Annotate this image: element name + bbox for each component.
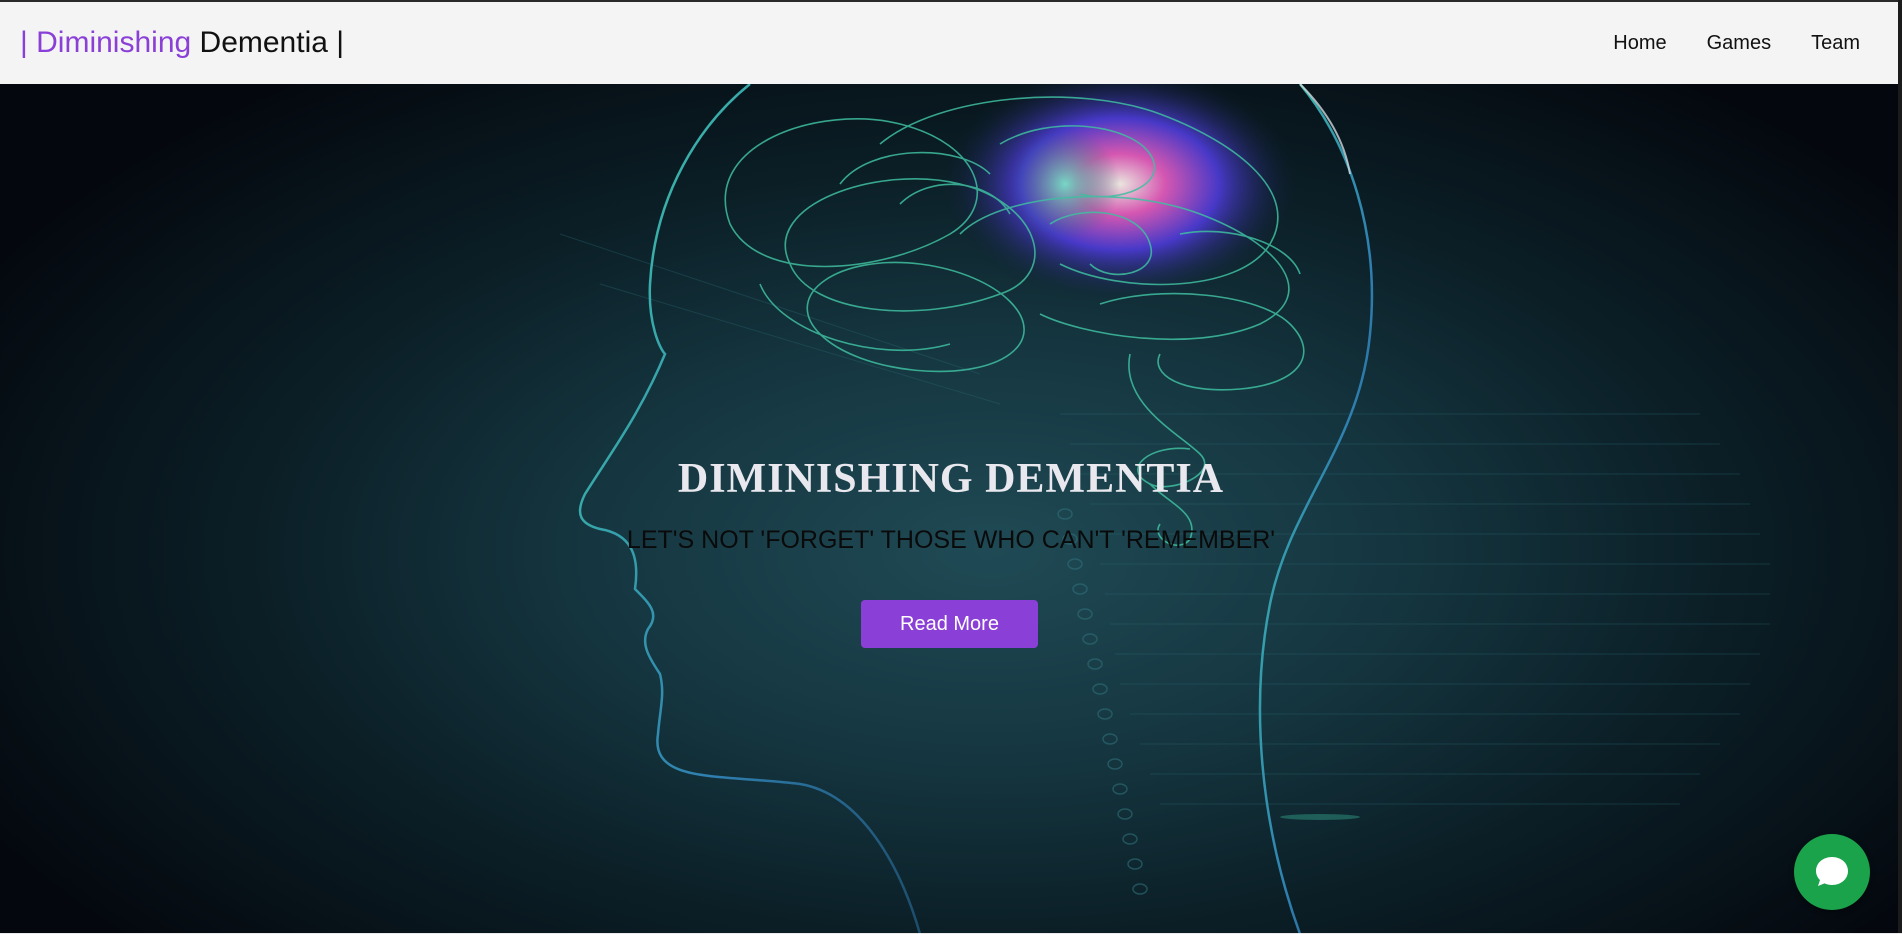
head-brain-illustration-icon (559, 84, 1770, 934)
nav-link-team[interactable]: Team (1811, 32, 1860, 55)
chat-widget-button[interactable] (1794, 834, 1870, 910)
read-more-button[interactable]: Read More (861, 600, 1038, 648)
brand-accent-text: | Diminishing (20, 26, 192, 59)
hero-title: DIMINISHING DEMENTIA (677, 456, 1225, 502)
window-edge (1898, 0, 1902, 934)
brand-rest-text: Dementia | (191, 26, 345, 59)
nav-link-home[interactable]: Home (1613, 32, 1666, 55)
top-navbar: | Diminishing Dementia | Home Games Team (0, 0, 1902, 84)
hero-subtitle: LET'S NOT 'FORGET' THOSE WHO CAN'T 'REME… (626, 526, 1276, 554)
hero-section: DIMINISHING DEMENTIA LET'S NOT 'FORGET' … (0, 84, 1902, 934)
nav-links: Home Games Team (1613, 32, 1860, 55)
chat-bubble-icon (1816, 857, 1848, 886)
site-logo[interactable]: | Diminishing Dementia | (20, 26, 344, 60)
nav-link-games[interactable]: Games (1707, 32, 1771, 55)
